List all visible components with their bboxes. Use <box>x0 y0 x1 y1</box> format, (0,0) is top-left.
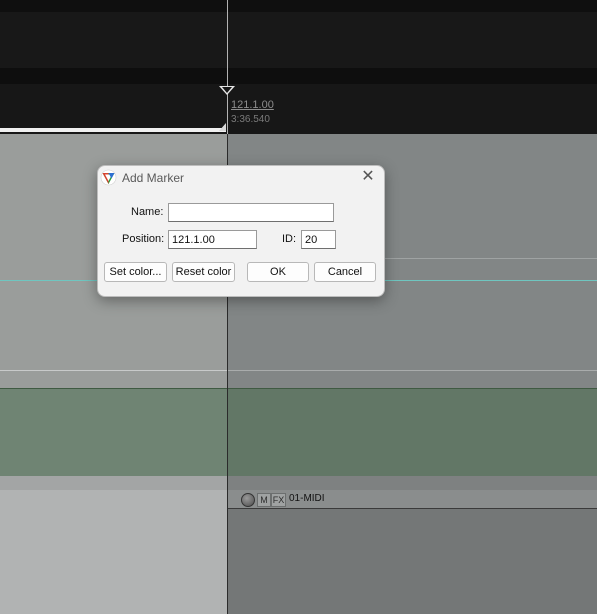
tcp-area-dark <box>0 12 597 68</box>
time-selection-bar[interactable] <box>0 128 226 132</box>
set-color-button[interactable]: Set color... <box>104 262 167 282</box>
name-label: Name: <box>131 206 164 218</box>
track-lane-lower-selected[interactable] <box>0 476 228 614</box>
id-field[interactable] <box>301 230 336 249</box>
position-label: Position: <box>122 233 165 245</box>
ok-button[interactable]: OK <box>247 262 309 282</box>
fx-button[interactable]: FX <box>271 493 286 507</box>
time-selection-end-handle[interactable] <box>219 123 226 131</box>
dialog-title: Add Marker <box>122 171 185 185</box>
position-field[interactable] <box>168 230 257 249</box>
midi-track-lane[interactable] <box>228 509 597 614</box>
close-icon[interactable]: ✕ <box>359 168 377 186</box>
track-lane-green-selected[interactable] <box>0 388 228 477</box>
reaper-logo-icon <box>100 169 117 186</box>
cursor-time-label: 3:36.540 <box>231 114 270 125</box>
cursor-position-label: 121.1.00 <box>231 99 274 111</box>
track-lane-green[interactable] <box>228 388 597 477</box>
lane-divider <box>0 370 228 371</box>
track-name[interactable]: 01-MIDI <box>289 493 325 504</box>
timeline-ruler[interactable] <box>0 84 597 134</box>
mute-button[interactable]: M <box>257 493 271 507</box>
lane-divider <box>228 370 597 371</box>
name-field[interactable] <box>168 203 334 222</box>
top-separator <box>0 68 597 84</box>
reset-color-button[interactable]: Reset color <box>172 262 235 282</box>
record-arm-icon[interactable] <box>241 493 255 507</box>
track-lane-strip <box>0 476 228 490</box>
cancel-button[interactable]: Cancel <box>314 262 376 282</box>
top-bar <box>0 0 597 12</box>
marker-triangle-inner <box>222 87 232 93</box>
id-label: ID: <box>282 233 297 245</box>
